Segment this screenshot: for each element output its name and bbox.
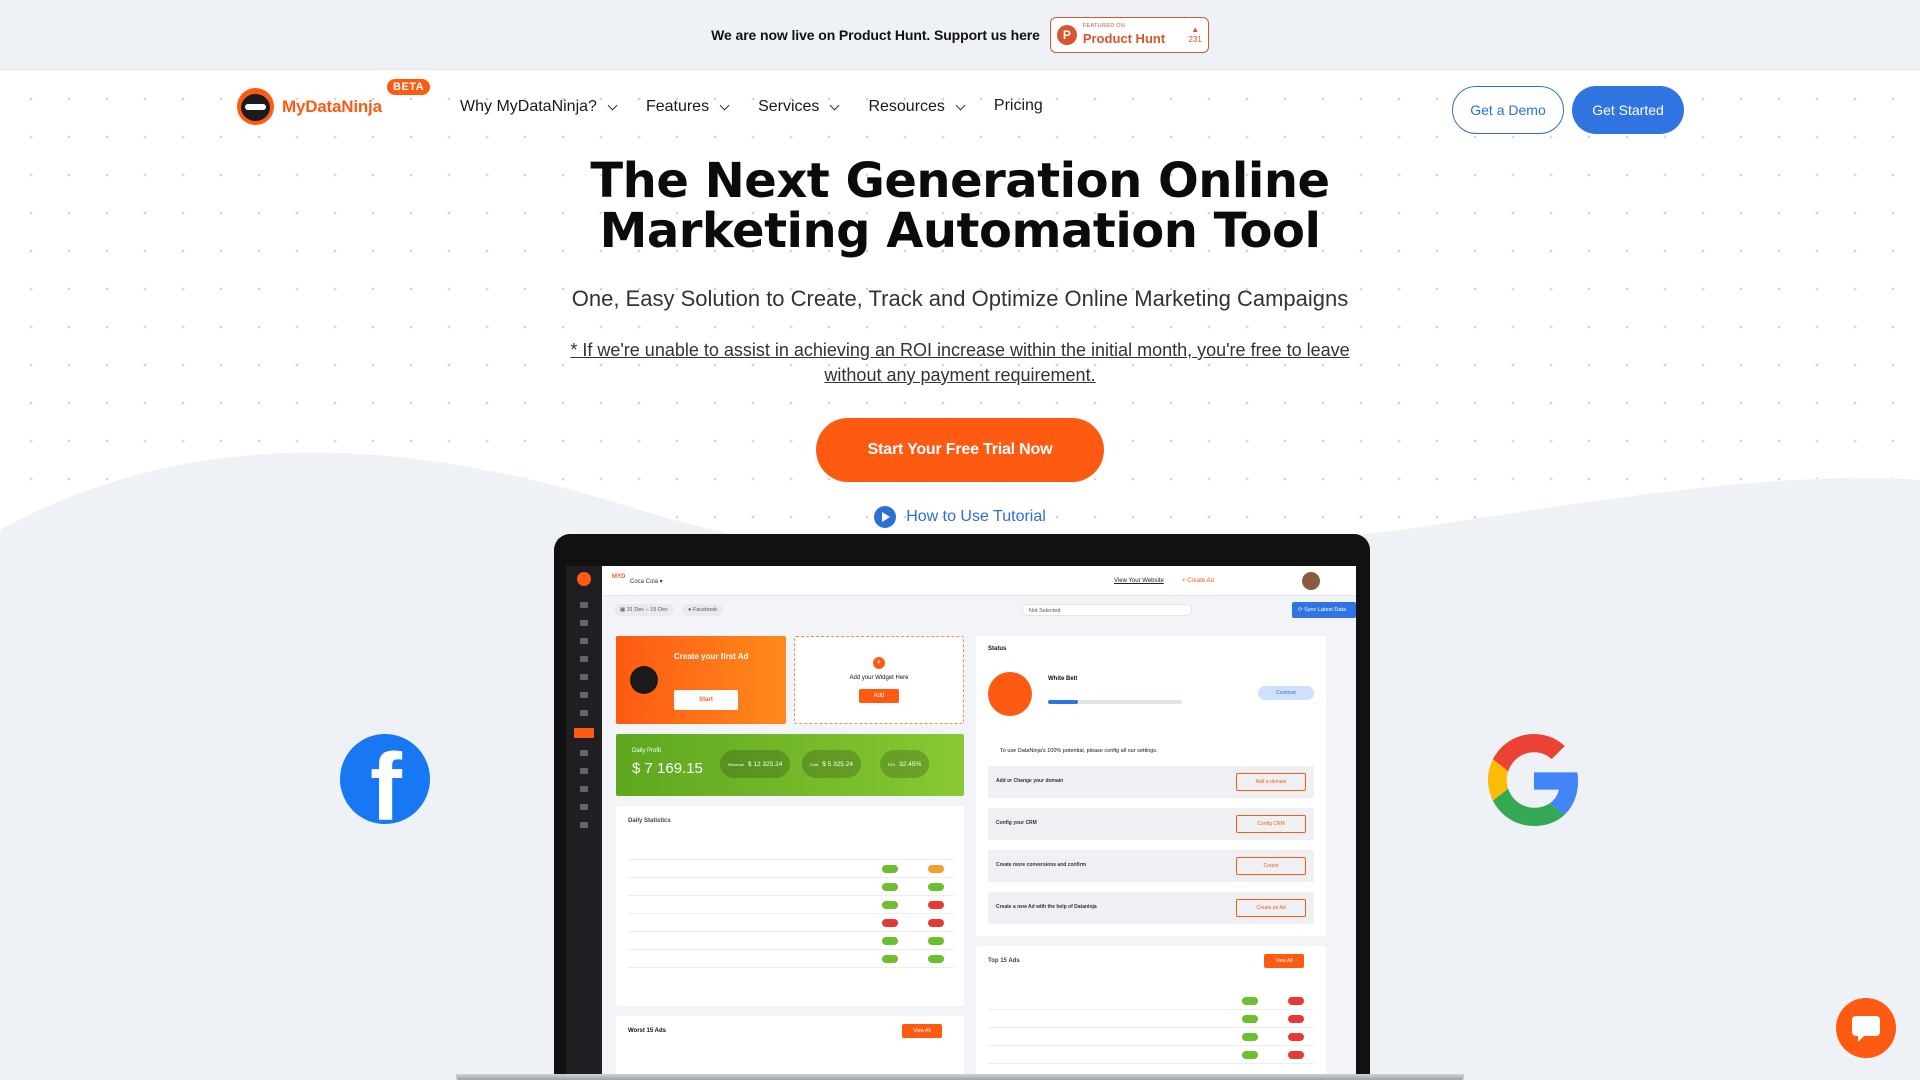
view-all-button: View All xyxy=(1264,954,1304,968)
status-card: Status White Belt Continue To use DataNi… xyxy=(976,636,1326,936)
nav-item-why[interactable]: Why MyDataNinja? xyxy=(460,98,618,116)
announcement-text: We are now live on Product Hunt. Support… xyxy=(711,26,1040,43)
ph-name: Product Hunt xyxy=(1082,30,1166,46)
product-hunt-icon: P xyxy=(1056,24,1077,45)
daily-stats-title: Daily Statistics xyxy=(628,818,671,824)
laptop-mockup: MYD Coca Cola ▾ View Your Website + Crea… xyxy=(554,534,1370,1080)
top-ads-title: Top 15 Ads xyxy=(988,958,1020,964)
nav-menu: Why MyDataNinja? Features Services Resou… xyxy=(460,95,1073,116)
add-widget-card: + Add your Widget Here Add xyxy=(794,636,964,724)
top-ads-table: Top 15 Ads View All xyxy=(976,946,1326,1080)
create-ad-link: + Create Ad xyxy=(1182,578,1214,584)
product-hunt-badge[interactable]: P FEATURED ON Product Hunt ▲ 231 xyxy=(1049,16,1209,53)
start-button: Start xyxy=(674,690,738,710)
daily-statistics-table: Daily Statistics xyxy=(616,806,964,1006)
widget-card-title: Add your Widget Here xyxy=(849,675,909,681)
logo[interactable]: MyDataNinja BETA xyxy=(237,79,431,125)
main-nav: MyDataNinja BETA Why MyDataNinja? Featur… xyxy=(0,70,1920,150)
worst-ads-title: Worst 15 Ads xyxy=(628,1028,667,1034)
chat-widget-icon[interactable] xyxy=(1836,998,1896,1058)
nav-item-pricing[interactable]: Pricing xyxy=(994,95,1043,116)
daily-profit-card: Daily Profit $ 7 169.15 Revenue $ 12 325.… xyxy=(616,734,964,796)
start-free-trial-button[interactable]: Start Your Free Trial Now xyxy=(816,418,1104,482)
roi-pill: ROI 32.45% xyxy=(880,750,930,778)
continue-button: Continue xyxy=(1258,686,1314,700)
roi-guarantee-note[interactable]: * If we're unable to assist in achieving… xyxy=(570,338,1350,388)
hero-section: The Next Generation Online Marketing Aut… xyxy=(0,150,1920,528)
avatar xyxy=(1302,572,1320,590)
worst-ads-card: Worst 15 Ads View All xyxy=(616,1016,964,1080)
tutorial-label: How to Use Tutorial xyxy=(906,508,1046,525)
view-all-button: View All xyxy=(902,1024,942,1038)
nav-item-features[interactable]: Features xyxy=(645,98,730,116)
setup-row-label: Create more conversions and confirm xyxy=(996,862,1087,868)
upvote-icon: ▲ xyxy=(1191,24,1200,34)
status-title: Status xyxy=(988,646,1007,652)
logo-text: MyDataNinja xyxy=(282,96,382,116)
sync-button: ⟳ Sync Latest Data xyxy=(1292,602,1356,618)
chevron-down-icon xyxy=(607,100,618,110)
play-icon xyxy=(874,506,897,528)
get-started-button[interactable]: Get Started xyxy=(1572,86,1684,134)
setup-row-label: Create a new Ad with the help of Datanin… xyxy=(996,904,1097,910)
belt-label: White Belt xyxy=(1048,676,1078,682)
dashboard-sidebar xyxy=(566,566,602,1080)
cost-pill: Cost $ 5 325.24 xyxy=(802,750,861,778)
ph-vote-count: 231 xyxy=(1188,34,1202,44)
announcement-bar: We are now live on Product Hunt. Support… xyxy=(0,0,1920,70)
ninja-avatar-icon xyxy=(988,672,1032,716)
nav-item-label: Pricing xyxy=(993,96,1043,114)
nav-item-label: Why MyDataNinja? xyxy=(460,98,597,115)
page-title: The Next Generation Online Marketing Aut… xyxy=(590,153,1330,259)
laptop-base xyxy=(456,1074,1464,1080)
tutorial-link[interactable]: How to Use Tutorial xyxy=(0,506,1920,528)
view-website-link: View Your Website xyxy=(1114,578,1164,584)
ninja-logo-icon xyxy=(237,88,274,125)
facebook-icon: f xyxy=(340,734,430,824)
nav-item-services[interactable]: Services xyxy=(758,98,840,116)
create-conversion-button: Create xyxy=(1236,857,1306,875)
dashboard-screenshot: MYD Coca Cola ▾ View Your Website + Crea… xyxy=(566,566,1356,1080)
create-ad-button: Create an Ad xyxy=(1236,899,1306,917)
chevron-down-icon xyxy=(719,100,730,110)
setup-hint: To use DataNinja's 100% potential, pleas… xyxy=(1000,748,1158,754)
nav-item-resources[interactable]: Resources xyxy=(868,98,966,116)
google-icon xyxy=(1488,734,1579,826)
get-demo-button[interactable]: Get a Demo xyxy=(1452,86,1564,134)
chevron-down-icon xyxy=(829,100,840,110)
config-crm-button: Config CRM xyxy=(1236,815,1306,833)
hero-subtitle: One, Easy Solution to Create, Track and … xyxy=(571,286,1349,311)
revenue-pill: Revenue $ 12 325.24 xyxy=(720,750,791,778)
profit-label: Daily Profit xyxy=(632,748,662,754)
setup-row-label: Add or Change your domain xyxy=(996,778,1064,784)
nav-item-label: Features xyxy=(645,98,710,115)
nav-item-label: Resources xyxy=(868,98,945,115)
add-domain-button: Add a domain xyxy=(1236,773,1306,791)
setup-row-label: Config your CRM xyxy=(996,820,1037,826)
dashboard-topbar: MYD Coca Cola ▾ View Your Website + Crea… xyxy=(602,566,1356,596)
chevron-down-icon xyxy=(955,100,966,110)
profit-value: $ 7 169.15 xyxy=(632,760,703,777)
dashboard-filters: ▦ 31 Dec – 15 Dec ● Facebook Not Selecte… xyxy=(602,596,1356,624)
create-first-ad-card: Create your first Ad Start xyxy=(616,636,786,724)
add-widget-button: Add xyxy=(859,689,899,703)
nav-item-label: Services xyxy=(758,98,820,115)
beta-badge: BETA xyxy=(387,79,431,95)
create-card-title: Create your first Ad xyxy=(674,652,749,661)
ph-featured-label: FEATURED ON xyxy=(1082,23,1126,30)
